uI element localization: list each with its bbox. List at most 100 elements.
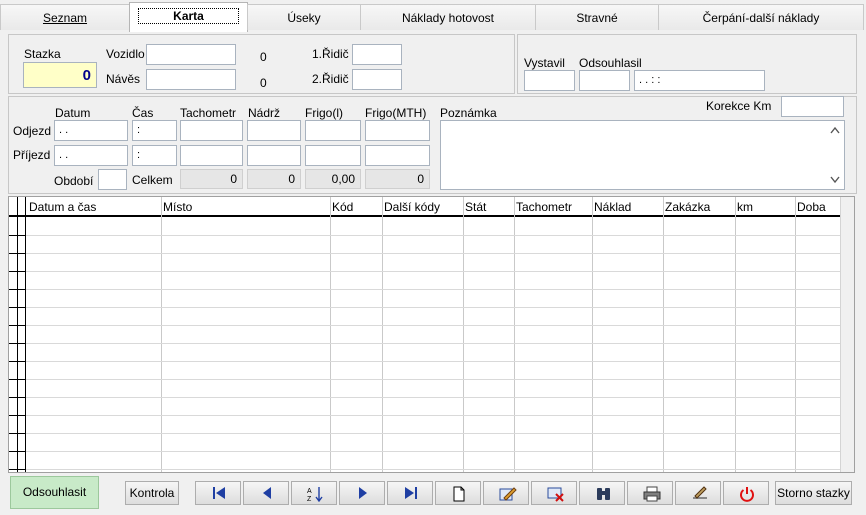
col-frigo-l-label: Frigo(l) [305, 106, 343, 120]
storno-stazky-button[interactable]: Storno stazky [775, 481, 852, 505]
row-selector [9, 289, 26, 290]
tab-karta[interactable]: Karta [129, 2, 248, 32]
odsouhlasil-datetime-field[interactable]: . . : : [634, 70, 765, 91]
previous-record-button[interactable] [243, 481, 289, 505]
tab-cerpani[interactable]: Čerpání-další náklady [658, 4, 864, 30]
row-selector [9, 325, 26, 326]
tab-naklady-hotovost[interactable]: Náklady hotovost [360, 4, 536, 30]
col-datum-label: Datum [55, 106, 91, 120]
korekce-field[interactable] [781, 96, 844, 117]
odjezd-datum-field[interactable]: . . [54, 120, 128, 141]
grid-divider [795, 197, 796, 472]
ridic2-field[interactable] [352, 69, 402, 90]
vystavil-field[interactable] [524, 70, 575, 91]
row-selector [9, 397, 26, 398]
prijezd-frigo-l-field[interactable] [305, 145, 361, 166]
tab-stravne[interactable]: Stravné [535, 4, 659, 30]
col-kod[interactable]: Kód [332, 200, 353, 214]
tab-seznam-label: Seznam [42, 11, 88, 25]
table-row [9, 361, 840, 362]
odjezd-frigo-l-field[interactable] [305, 120, 361, 141]
col-datum-a-cas[interactable]: Datum a čas [29, 200, 96, 214]
col-km[interactable]: km [737, 200, 753, 214]
odsouhlasit-button[interactable]: Odsouhlasit [10, 476, 99, 509]
table-row [9, 271, 840, 272]
svg-text:Z: Z [307, 496, 312, 502]
tab-naklady-label: Náklady hotovost [401, 11, 495, 25]
tab-useky-label: Úseky [287, 11, 321, 25]
grid-divider [463, 197, 464, 472]
col-dalsi-kody[interactable]: Další kódy [384, 200, 440, 214]
stazka-field[interactable]: 0 [23, 62, 97, 88]
poznamka-label: Poznámka [440, 106, 497, 120]
obdobi-field[interactable] [98, 169, 127, 190]
naves-field[interactable] [146, 69, 236, 90]
col-doba[interactable]: Doba [797, 200, 826, 214]
grid-divider [514, 197, 515, 472]
edit-record-button[interactable] [483, 481, 529, 505]
row-selector [9, 451, 26, 452]
row-selector [9, 307, 26, 308]
svg-text:A: A [307, 488, 312, 495]
prijezd-frigo-mth-field[interactable] [365, 145, 430, 166]
delete-record-button[interactable] [531, 481, 577, 505]
new-record-button[interactable] [435, 481, 481, 505]
col-tachometr[interactable]: Tachometr [516, 200, 572, 214]
close-button[interactable] [723, 481, 769, 505]
row-selector-column [9, 197, 26, 472]
table-row [9, 235, 840, 236]
tab-bar: Seznam Karta Úseky Náklady hotovost Stra… [0, 0, 866, 32]
vozidlo-field[interactable] [146, 44, 236, 65]
col-naklad[interactable]: Náklad [594, 200, 631, 214]
col-stat[interactable]: Stát [465, 200, 486, 214]
odsouhlasil-field[interactable] [579, 70, 630, 91]
odjezd-frigo-mth-field[interactable] [365, 120, 430, 141]
prijezd-datum-field[interactable]: . . [54, 145, 128, 166]
row-selector [9, 379, 26, 380]
segments-grid[interactable]: Datum a čas Místo Kód Další kódy Stát Ta… [8, 196, 855, 473]
prijezd-nadrz-field[interactable] [247, 145, 301, 166]
table-row [9, 325, 840, 326]
kontrola-button[interactable]: Kontrola [125, 481, 179, 505]
odjezd-nadrz-field[interactable] [247, 120, 301, 141]
row-selector [9, 433, 26, 434]
korekce-label: Korekce Km [706, 99, 772, 113]
prijezd-tachometr-field[interactable] [180, 145, 243, 166]
tab-karta-label: Karta [138, 8, 239, 24]
grid-divider [663, 197, 664, 472]
col-zakazka[interactable]: Zakázka [665, 200, 710, 214]
delete-icon [547, 487, 564, 502]
odjezd-label: Odjezd [13, 124, 52, 138]
sort-button[interactable]: AZ [291, 481, 337, 505]
poznamka-textarea[interactable] [440, 120, 845, 190]
sort-az-icon: AZ [307, 487, 323, 502]
search-button[interactable] [579, 481, 625, 505]
note-button[interactable] [675, 481, 721, 505]
next-record-button[interactable] [339, 481, 385, 505]
grid-scrollbar[interactable] [840, 197, 854, 472]
col-nadrz-label: Nádrž [248, 106, 281, 120]
stazka-label: Stazka [24, 47, 61, 61]
scroll-up-icon[interactable] [830, 126, 840, 134]
odjezd-tachometr-field[interactable] [180, 120, 243, 141]
row-selector [9, 343, 26, 344]
celkem-frigo-mth: 0 [365, 169, 430, 189]
first-record-button[interactable] [195, 481, 241, 505]
print-button[interactable] [627, 481, 673, 505]
obdobi-label: Období [54, 174, 94, 188]
table-row [9, 307, 840, 308]
previous-icon [263, 487, 271, 499]
next-icon [359, 487, 367, 499]
ridic1-field[interactable] [352, 44, 402, 65]
last-record-button[interactable] [387, 481, 433, 505]
odjezd-cas-field[interactable]: : [132, 120, 177, 141]
printer-icon [643, 486, 661, 502]
scroll-down-icon[interactable] [830, 176, 840, 184]
col-misto[interactable]: Místo [163, 200, 192, 214]
naves-label: Návěs [106, 72, 141, 86]
prijezd-cas-field[interactable]: : [132, 145, 177, 166]
tab-seznam[interactable]: Seznam [0, 4, 130, 30]
col-tachometr-label: Tachometr [180, 106, 237, 120]
grid-divider [330, 197, 331, 472]
tab-useky[interactable]: Úseky [247, 4, 361, 30]
